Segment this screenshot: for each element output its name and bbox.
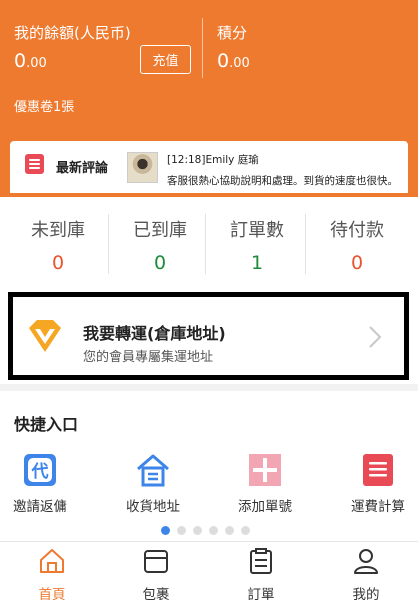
shipping-title: 我要轉運(倉庫地址) bbox=[83, 324, 226, 343]
page-dot[interactable] bbox=[209, 526, 218, 535]
page-dot[interactable] bbox=[193, 526, 202, 535]
stat-value: 0 bbox=[350, 252, 364, 274]
stat-value: 0 bbox=[51, 252, 65, 274]
brand-logo-icon bbox=[29, 320, 61, 352]
nav-label: 我的 bbox=[352, 587, 380, 600]
invite-icon-glyph: 代 bbox=[31, 461, 49, 482]
stat-arrived[interactable]: 已到庫 0 bbox=[108, 216, 212, 274]
carousel-pagination[interactable] bbox=[161, 526, 250, 535]
coupon-link[interactable]: 優惠卷1張 bbox=[14, 96, 74, 115]
home-icon bbox=[40, 549, 64, 573]
address-home-icon bbox=[137, 454, 169, 487]
stat-orders[interactable]: 訂單數 1 bbox=[205, 216, 309, 274]
warehouse-address-card[interactable]: 我要轉運(倉庫地址) 您的會員專屬集運地址 bbox=[8, 292, 409, 380]
quick-item-label: 邀請返傭 bbox=[13, 499, 67, 515]
nav-orders[interactable]: 訂單 bbox=[209, 548, 313, 600]
stat-label: 待付款 bbox=[330, 220, 384, 241]
page-dot[interactable] bbox=[241, 526, 250, 535]
stat-not-arrived[interactable]: 未到庫 0 bbox=[6, 216, 110, 274]
stat-value: 1 bbox=[250, 252, 264, 274]
nav-home[interactable]: 首頁 bbox=[0, 548, 104, 600]
section-separator bbox=[0, 384, 418, 391]
stat-pending-payment[interactable]: 待付款 0 bbox=[305, 216, 409, 274]
bottom-nav: 首頁 包裹 訂單 我的 bbox=[0, 541, 418, 600]
reviewer-avatar bbox=[127, 152, 158, 183]
quick-item-label: 收貨地址 bbox=[126, 499, 180, 515]
review-icon bbox=[25, 154, 44, 174]
nav-label: 包裹 bbox=[142, 587, 170, 600]
latest-review-card[interactable]: 最新評論 [12:18]Emily 庭瑜 客服很熱心協助說明和處理。到貨的速度也… bbox=[10, 141, 408, 193]
quick-item-add-tracking[interactable]: 添加單號 bbox=[213, 453, 317, 515]
recharge-button[interactable]: 充值 bbox=[140, 45, 191, 74]
invite-rebate-icon: 代 bbox=[24, 454, 56, 486]
page-dot[interactable] bbox=[161, 526, 170, 535]
points-amount: 0.00 bbox=[217, 50, 250, 72]
nav-profile[interactable]: 我的 bbox=[314, 548, 418, 600]
quick-item-invite[interactable]: 代 邀請返傭 bbox=[0, 453, 92, 515]
stat-label: 訂單數 bbox=[230, 220, 284, 241]
header-divider bbox=[202, 18, 203, 78]
shipping-subtitle: 您的會員專屬集運地址 bbox=[83, 350, 214, 365]
review-meta: [12:18]Emily 庭瑜 bbox=[167, 154, 259, 166]
order-icon bbox=[250, 548, 272, 574]
add-tracking-icon bbox=[249, 454, 281, 486]
quick-item-address[interactable]: 收貨地址 bbox=[101, 453, 205, 515]
page-dot[interactable] bbox=[225, 526, 234, 535]
review-text: 客服很熱心協助說明和處理。到貨的速度也很快。 bbox=[167, 175, 398, 187]
nav-label: 訂單 bbox=[247, 587, 275, 600]
profile-icon bbox=[354, 549, 378, 574]
quick-entry-title: 快捷入口 bbox=[14, 415, 79, 434]
nav-packages[interactable]: 包裹 bbox=[104, 548, 208, 600]
nav-label: 首頁 bbox=[38, 587, 66, 600]
chevron-right-icon bbox=[369, 326, 382, 348]
stat-value: 0 bbox=[153, 252, 167, 274]
quick-item-freight[interactable]: 運費計算 bbox=[326, 453, 418, 515]
balance-amount: 0.00 bbox=[14, 50, 47, 72]
page-dot[interactable] bbox=[177, 526, 186, 535]
points-label: 積分 bbox=[217, 24, 248, 42]
freight-calculator-icon bbox=[363, 454, 393, 486]
balance-label: 我的餘額(人民币) bbox=[14, 24, 131, 42]
review-title: 最新評論 bbox=[56, 161, 109, 176]
stat-label: 已到庫 bbox=[133, 220, 187, 241]
quick-item-label: 運費計算 bbox=[351, 499, 405, 515]
quick-item-label: 添加單號 bbox=[238, 499, 292, 515]
package-icon bbox=[144, 550, 168, 573]
stat-label: 未到庫 bbox=[31, 220, 85, 241]
